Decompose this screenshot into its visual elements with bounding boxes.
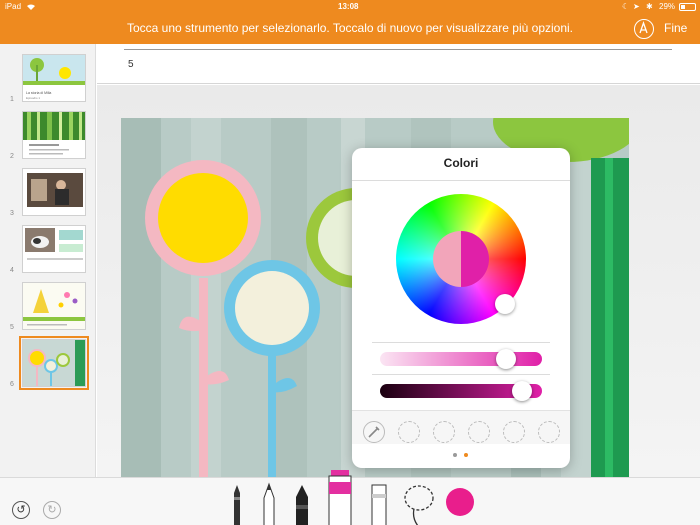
notes-text: 5 — [128, 59, 134, 70]
slide-subtitle: Episodio 1 — [26, 96, 41, 100]
device-name: iPad — [5, 2, 22, 11]
slide-number: 2 — [10, 153, 14, 160]
tool-tray: ↺ ↻ — [0, 470, 700, 525]
bluetooth-icon: ✱ — [646, 2, 653, 11]
location-icon: ➤ — [633, 2, 640, 11]
slide-number: 1 — [10, 96, 14, 103]
palette-slot[interactable] — [468, 421, 490, 443]
fill-tool[interactable] — [326, 470, 354, 525]
eraser-tool[interactable] — [368, 483, 390, 525]
palette-slot[interactable] — [538, 421, 560, 443]
slide-thumbnail-1[interactable]: La storia di Milla Episodio 1 — [22, 54, 86, 102]
presenter-notes[interactable]: 5 — [97, 44, 700, 84]
redo-button[interactable]: ↻ — [43, 501, 61, 519]
page-dot-1[interactable] — [453, 453, 457, 457]
brightness-slider-thumb[interactable] — [496, 349, 517, 369]
done-button[interactable]: Fine — [664, 21, 687, 35]
status-bar: iPad 13:08 ☾ ➤ ✱ 29% — [0, 0, 700, 14]
slide-thumbnail-4[interactable] — [22, 225, 86, 273]
crayon-tool[interactable] — [290, 483, 314, 525]
slide-number: 6 — [10, 381, 14, 388]
slide-number: 3 — [10, 210, 14, 217]
color-picker[interactable] — [446, 488, 474, 516]
undo-button[interactable]: ↺ — [12, 501, 30, 519]
pencil-tool[interactable] — [258, 482, 280, 525]
brightness-slider[interactable] — [380, 352, 542, 366]
lasso-tool[interactable] — [402, 482, 436, 525]
instruction-message: Tocca uno strumento per selezionarlo. To… — [126, 21, 574, 35]
slide-thumbnail-2[interactable] — [22, 111, 86, 159]
pen-circle-icon[interactable] — [634, 19, 654, 39]
slide-thumbnail-6[interactable] — [19, 336, 89, 390]
slide-navigator: 1 La storia di Milla Episodio 1 2 3 4 5 … — [0, 44, 96, 477]
page-dot-2[interactable] — [464, 453, 468, 457]
slide-number: 5 — [10, 324, 14, 331]
section-divider — [372, 342, 550, 343]
notes-divider — [124, 49, 672, 50]
title-divider — [352, 180, 570, 181]
wifi-icon — [26, 3, 36, 11]
pen-tool[interactable] — [226, 483, 248, 525]
color-wheel-handle[interactable] — [495, 294, 515, 314]
eyedropper-button[interactable] — [363, 421, 385, 443]
popover-title: Colori — [443, 156, 479, 170]
slide-number: 4 — [10, 267, 14, 274]
battery-icon — [679, 3, 696, 11]
section-divider — [372, 374, 550, 375]
custom-palette — [352, 410, 570, 444]
palette-slot[interactable] — [433, 421, 455, 443]
drawing-toolbar: Tocca uno strumento per selezionarlo. To… — [0, 14, 700, 44]
colors-popover: Colori — [352, 148, 570, 468]
slide-thumbnail-5[interactable] — [22, 282, 86, 330]
palette-slot[interactable] — [503, 421, 525, 443]
slide-thumbnail-3[interactable] — [22, 168, 86, 216]
app-window: iPad 13:08 ☾ ➤ ✱ 29% Tocca uno strumento… — [0, 0, 700, 525]
opacity-slider-thumb[interactable] — [512, 381, 533, 401]
palette-slot[interactable] — [398, 421, 420, 443]
clock: 13:08 — [338, 2, 359, 11]
battery-percent: 29% — [659, 2, 676, 11]
moon-icon: ☾ — [622, 2, 630, 11]
